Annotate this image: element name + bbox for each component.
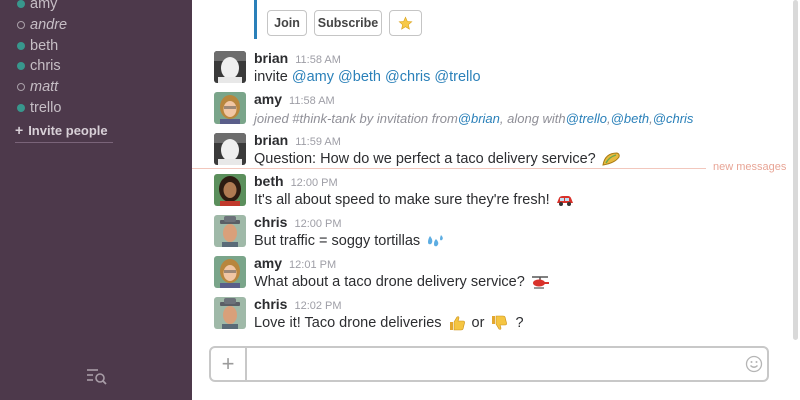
message: beth 12:00 PM It's all about speed to ma… <box>214 173 774 214</box>
avatar[interactable] <box>214 92 246 124</box>
message-input[interactable] <box>249 348 729 380</box>
avatar[interactable] <box>214 215 246 247</box>
text-part: or <box>471 315 485 331</box>
message-time[interactable]: 12:00 PM <box>291 177 338 189</box>
message-time[interactable]: 12:02 PM <box>294 300 341 312</box>
plus-icon: + <box>15 122 24 138</box>
star-icon <box>398 15 413 30</box>
message: chris 12:00 PM But traffic = soggy torti… <box>214 214 774 255</box>
scrollbar[interactable] <box>793 0 798 340</box>
presence-online-icon <box>17 62 25 71</box>
smiley-icon[interactable] <box>745 355 763 373</box>
presence-away-icon <box>17 21 25 30</box>
message-author[interactable]: amy <box>254 91 282 107</box>
thumbs-down-icon <box>492 315 508 330</box>
search-list-icon[interactable] <box>86 367 108 385</box>
join-button[interactable]: Join <box>267 10 307 36</box>
avatar[interactable] <box>214 51 246 83</box>
mention-link[interactable]: @chris <box>385 69 430 85</box>
presence-online-icon <box>17 0 25 9</box>
message-time[interactable]: 11:58 AM <box>295 54 341 66</box>
mention-link[interactable]: @beth <box>338 69 381 85</box>
invite-people-label: Invite people <box>28 122 108 138</box>
presence-online-icon <box>17 103 25 112</box>
mention-link[interactable]: @brian <box>458 111 500 126</box>
dm-name: amy <box>30 0 58 13</box>
message-time[interactable]: 12:00 PM <box>294 218 341 230</box>
text-part: invite <box>254 69 288 85</box>
message: brian 11:59 AM Question: How do we perfe… <box>214 132 774 173</box>
new-messages-divider <box>192 168 706 169</box>
message-time[interactable]: 12:01 PM <box>289 259 336 271</box>
dm-name: beth <box>30 37 59 54</box>
message: chris 12:02 PM Love it! Taco drone deliv… <box>214 296 774 337</box>
helicopter-icon <box>531 276 549 289</box>
dm-item-matt[interactable]: matt <box>17 77 67 98</box>
dm-name: trello <box>30 99 62 116</box>
message-text: What about a taco drone delivery service… <box>254 274 550 290</box>
sidebar: amy andre beth chris matt trello + Invit… <box>0 0 192 400</box>
text-part: Love it! Taco drone deliveries <box>254 315 442 331</box>
dm-item-beth[interactable]: beth <box>17 35 67 56</box>
dm-item-andre[interactable]: andre <box>17 15 67 36</box>
car-icon <box>556 196 573 206</box>
message-author[interactable]: brian <box>254 50 288 66</box>
direct-messages-list: amy andre beth chris matt trello <box>17 0 67 118</box>
message-time[interactable]: 11:58 AM <box>289 95 335 107</box>
avatar[interactable] <box>214 133 246 165</box>
dm-name: andre <box>30 17 68 34</box>
new-messages-label: new messages <box>713 161 787 173</box>
message-text: But traffic = soggy tortillas <box>254 233 445 249</box>
mention-link[interactable]: @amy <box>292 69 334 85</box>
text-part: It's all about speed to make sure they'r… <box>254 192 550 208</box>
text-part: Question: How do we perfect a taco deliv… <box>254 151 596 167</box>
sweat-drops-icon <box>428 235 443 247</box>
thumbs-up-icon <box>449 316 465 331</box>
message-author[interactable]: chris <box>254 214 287 230</box>
attachment-accent-bar <box>254 0 257 39</box>
dm-item-amy[interactable]: amy <box>17 0 67 15</box>
mention-link[interactable]: @chris <box>653 111 694 126</box>
dm-item-trello[interactable]: trello <box>17 97 67 118</box>
avatar[interactable] <box>214 256 246 288</box>
message-author[interactable]: beth <box>254 173 284 189</box>
text-part: But traffic = soggy tortillas <box>254 233 421 249</box>
invite-people-link[interactable]: + Invite people <box>15 122 113 143</box>
dm-name: matt <box>30 79 59 96</box>
dm-name: chris <box>30 58 61 75</box>
avatar[interactable] <box>214 297 246 329</box>
message-author[interactable]: brian <box>254 132 288 148</box>
mention-link[interactable]: @trello <box>434 69 480 85</box>
text-part: joined #think-tank by invitation from <box>254 111 458 126</box>
text-part: What about a taco drone delivery service… <box>254 274 525 290</box>
text-part: , along with <box>499 111 566 126</box>
presence-online-icon <box>17 41 25 50</box>
presence-away-icon <box>17 83 25 92</box>
message-author[interactable]: chris <box>254 296 287 312</box>
message-text: joined #think-tank by invitation from @b… <box>254 111 693 126</box>
message: brian 11:58 AM invite @amy @beth @chris … <box>214 50 774 91</box>
message-text: It's all about speed to make sure they'r… <box>254 192 575 208</box>
taco-icon <box>602 152 620 166</box>
dm-item-chris[interactable]: chris <box>17 56 67 77</box>
message-text: Question: How do we perfect a taco deliv… <box>254 151 621 167</box>
message-composer: + <box>209 346 769 382</box>
subscribe-button[interactable]: Subscribe <box>314 10 382 36</box>
message-text: invite @amy @beth @chris @trello <box>254 69 481 85</box>
mention-link[interactable]: @trello <box>566 111 607 126</box>
avatar[interactable] <box>214 174 246 206</box>
message-text: Love it! Taco drone deliveries or ? <box>254 315 524 331</box>
mention-link[interactable]: @beth <box>611 111 650 126</box>
text-part: ? <box>515 315 524 331</box>
attach-file-button[interactable]: + <box>211 348 247 380</box>
message-time[interactable]: 11:59 AM <box>295 136 341 148</box>
message-author[interactable]: amy <box>254 255 282 271</box>
message: amy 11:58 AM joined #think-tank by invit… <box>214 91 774 132</box>
star-button[interactable] <box>389 10 422 36</box>
message: amy 12:01 PM What about a taco drone del… <box>214 255 774 296</box>
